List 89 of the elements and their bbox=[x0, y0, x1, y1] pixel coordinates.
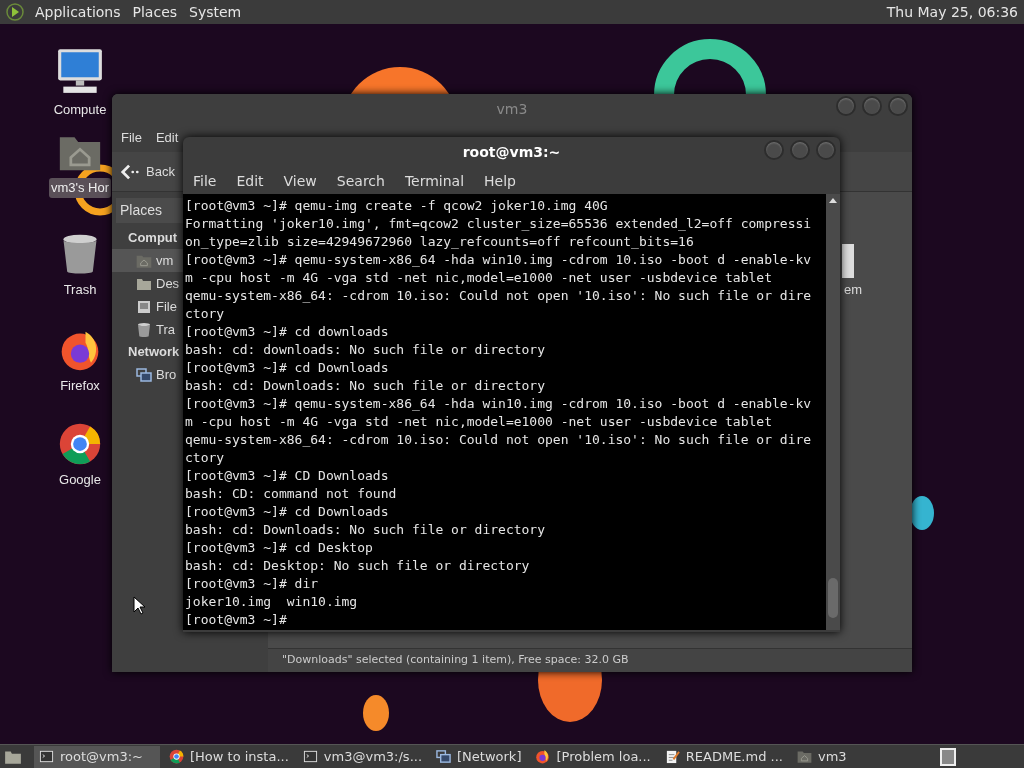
sidebar-heading: Network bbox=[127, 343, 181, 362]
terminal-line: [root@vm3 ~]# qemu-system-x86_64 -hda win10.img -cdrom 10.iso -boot d -enable-kv bbox=[185, 251, 812, 269]
terminal-line: bash: cd: Downloads: No such file or directory bbox=[185, 521, 546, 539]
sidebar-item[interactable]: vm bbox=[112, 249, 183, 272]
sidebar-item[interactable]: Tra bbox=[112, 318, 183, 341]
desktop-icon-label[interactable]: Trash bbox=[61, 280, 99, 300]
terminal-line: bash: cd: downloads: No such file or directory bbox=[185, 341, 546, 359]
desktop-icon-label[interactable]: Compute bbox=[51, 100, 109, 120]
clock: Thu May 25, 06:36 bbox=[886, 2, 1018, 22]
terminal-line: [root@vm3 ~]# qemu-img create -f qcow2 joker10.img 40G bbox=[185, 197, 608, 215]
terminal-line: [root@vm3 ~]# bbox=[185, 611, 287, 629]
drive-icon bbox=[136, 298, 152, 315]
terminal-line: qemu-system-x86_64: -cdrom 10.iso: Could not open '10.iso': No such file or dire bbox=[185, 431, 812, 449]
panel-menu[interactable]: System bbox=[188, 1, 243, 23]
terminal-line: on_type=zlib size=42949672960 lazy_refcounts=off refcount_bits=16 bbox=[185, 233, 694, 251]
back-arrow-icon bbox=[120, 162, 140, 181]
mouse-pointer-icon bbox=[133, 596, 145, 615]
menu-item[interactable]: View bbox=[283, 170, 317, 192]
terminal-line: joker10.img win10.img bbox=[185, 593, 358, 611]
menu-item[interactable]: Edit bbox=[236, 170, 264, 192]
sidebar-item[interactable]: Bro bbox=[112, 363, 183, 386]
menu-item[interactable]: Search bbox=[336, 170, 385, 192]
menu-item[interactable]: File bbox=[193, 170, 217, 192]
terminal-line: [root@vm3 ~]# cd Downloads bbox=[185, 503, 389, 521]
window-control-button[interactable] bbox=[790, 140, 810, 160]
terminal-line: Formatting 'joker10.img', fmt=qcow2 cluster_size=65536 extended_l2=off compressi bbox=[185, 215, 812, 233]
terminal-icon bbox=[302, 749, 318, 764]
chrome-icon bbox=[169, 749, 184, 764]
terminal-icon bbox=[39, 749, 54, 764]
scroll-up-icon[interactable] bbox=[829, 198, 837, 203]
network-icon bbox=[436, 749, 452, 764]
taskbar-item[interactable]: README.md ... bbox=[659, 745, 788, 768]
scrollbar[interactable] bbox=[826, 194, 840, 630]
menu-item[interactable]: Help bbox=[484, 170, 516, 192]
window-control-button[interactable] bbox=[888, 96, 908, 116]
desktop-icon-label[interactable]: vm3's Hor bbox=[48, 178, 112, 198]
taskbar-item[interactable]: vm3 bbox=[791, 745, 852, 768]
places-dropdown[interactable]: Places bbox=[116, 198, 183, 223]
terminal-line: bash: CD: command not found bbox=[185, 485, 397, 503]
terminal-line: [root@vm3 ~]# cd downloads bbox=[185, 323, 389, 341]
taskbar-item[interactable]: [How to insta... bbox=[164, 745, 294, 768]
status-text: "Downloads" selected (containing 1 item), Free space: 32.0 GB bbox=[282, 652, 629, 669]
terminal-line: [root@vm3 ~]# dir bbox=[185, 575, 319, 593]
terminal-line: ctory bbox=[185, 449, 225, 467]
terminal-line: bash: cd: Downloads: No such file or directory bbox=[185, 377, 546, 395]
window-control-button[interactable] bbox=[862, 96, 882, 116]
firefox-icon bbox=[535, 749, 551, 764]
notepad-icon bbox=[664, 749, 680, 764]
wallpaper-blob bbox=[363, 695, 389, 731]
chrome-icon bbox=[58, 422, 102, 466]
file-label[interactable]: em bbox=[844, 280, 863, 300]
wallpaper-blob bbox=[910, 496, 934, 530]
workspace-switcher[interactable] bbox=[940, 747, 956, 766]
terminal-line: qemu-system-x86_64: -cdrom 10.iso: Could not open '10.iso': No such file or dire bbox=[185, 287, 812, 305]
panel-menu[interactable]: Applications bbox=[34, 1, 122, 23]
menu-item[interactable]: File bbox=[121, 128, 142, 148]
sidebar-item[interactable]: Des bbox=[112, 272, 183, 295]
terminal-line: m -cpu host -m 4G -vga std -net nic,model=e1000 -net user -usbdevice tablet bbox=[185, 269, 772, 287]
terminal-line: [root@vm3 ~]# CD Downloads bbox=[185, 467, 389, 485]
trash-icon bbox=[136, 321, 152, 338]
menu-logo-icon bbox=[6, 3, 24, 21]
menu-item[interactable]: Terminal bbox=[404, 170, 465, 192]
window-control-button[interactable] bbox=[816, 140, 836, 160]
panel-menu[interactable]: Places bbox=[131, 1, 179, 23]
terminal-line: m -cpu host -m 4G -vga std -net nic,model=e1000 -net user -usbdevice tablet bbox=[185, 413, 772, 431]
terminal-line: [root@vm3 ~]# cd Downloads bbox=[185, 359, 389, 377]
network-icon bbox=[136, 366, 152, 383]
menu-item[interactable]: Edit bbox=[155, 128, 179, 148]
sidebar-heading: Comput bbox=[127, 229, 179, 248]
window-title: root@vm3:~ bbox=[462, 143, 561, 162]
taskbar-item[interactable]: [Network] bbox=[431, 745, 527, 768]
sidebar-item[interactable]: File bbox=[112, 295, 183, 318]
file-icon bbox=[842, 244, 856, 278]
scrollbar-thumb[interactable] bbox=[828, 578, 838, 618]
taskbar-item[interactable]: [Problem loa... bbox=[530, 745, 656, 768]
terminal-line: [root@vm3 ~]# qemu-system-x86_64 -hda win10.img -cdrom 10.iso -boot d -enable-kv bbox=[185, 395, 812, 413]
desktop-icon-label[interactable]: Firefox bbox=[58, 376, 102, 396]
monitor-icon bbox=[55, 46, 105, 96]
desktop-icon-label[interactable]: Google bbox=[57, 470, 103, 490]
terminal-line: [root@vm3 ~]# cd Desktop bbox=[185, 539, 373, 557]
taskbar-item[interactable]: root@vm3:~ bbox=[34, 745, 160, 768]
taskbar-item[interactable]: vm3@vm3:/s... bbox=[297, 745, 428, 768]
terminal-line: bash: cd: Desktop: No such file or directory bbox=[185, 557, 530, 575]
back-button[interactable]: Back bbox=[146, 161, 175, 182]
window-control-button[interactable] bbox=[764, 140, 784, 160]
terminal-line: ctory bbox=[185, 305, 225, 323]
window-title: vm3 bbox=[496, 99, 528, 119]
window-control-button[interactable] bbox=[836, 96, 856, 116]
home-folder-icon bbox=[796, 749, 812, 764]
